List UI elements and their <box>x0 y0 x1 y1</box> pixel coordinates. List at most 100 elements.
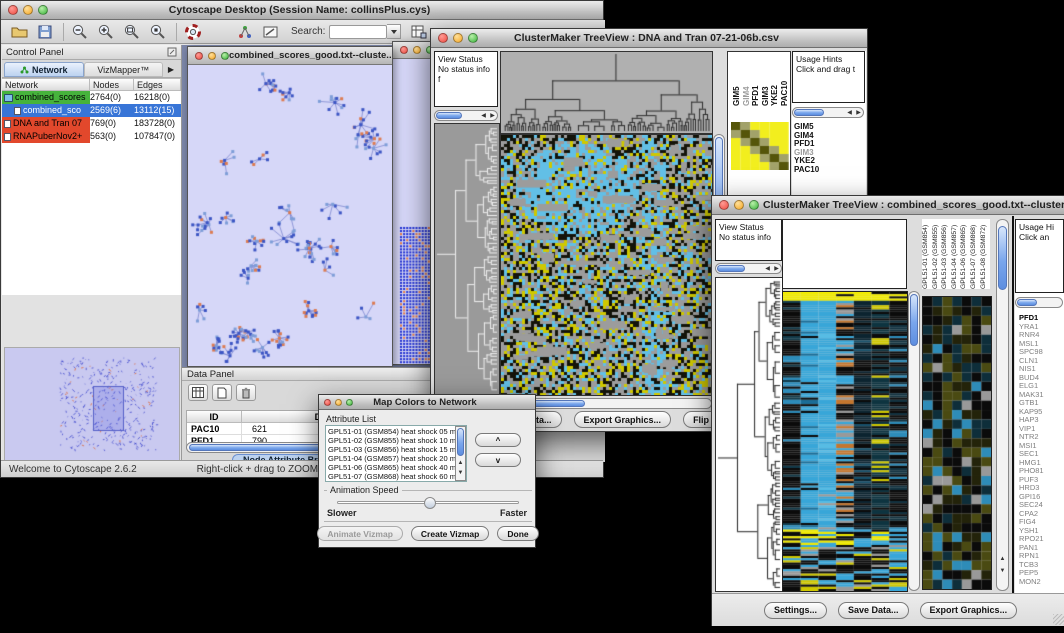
create-vizmap-button[interactable]: Create Vizmap <box>411 526 489 541</box>
export-graphics-button[interactable]: Export Graphics... <box>920 602 1018 619</box>
scroll-left-icon[interactable]: ◀ <box>763 266 772 272</box>
zoom-selected-icon[interactable] <box>146 22 170 42</box>
scroll-right-icon[interactable]: ▶ <box>488 113 497 119</box>
treeview2-row-dendrogram[interactable] <box>715 277 783 592</box>
treeview1-row-dendrogram[interactable] <box>434 123 500 397</box>
network-list-row[interactable]: combined_scores 2764(0) 16218(0) <box>2 91 181 104</box>
close-button[interactable] <box>195 52 203 60</box>
attribute-list-item[interactable]: GPL51-07 (GSM868) heat shock 60 min <box>328 472 464 481</box>
attribute-list-item[interactable]: GPL51-02 (GSM855) heat shock 10 min <box>328 436 464 445</box>
data-col-id[interactable]: ID <box>187 411 242 422</box>
scroll-left-icon[interactable]: ◀ <box>479 113 488 119</box>
slider-thumb[interactable] <box>424 497 436 509</box>
scroll-up-icon[interactable]: ▲ <box>456 460 465 466</box>
scroll-left-icon[interactable]: ◀ <box>845 110 854 116</box>
minimize-button[interactable] <box>413 46 421 54</box>
minimize-button[interactable] <box>453 33 463 43</box>
treeview2-zoom-vscrollbar[interactable]: ▲ ▼ <box>996 219 1009 591</box>
annotation-icon[interactable] <box>259 22 283 42</box>
network-list-row[interactable]: RNAPuberNov2+ 563(0) 107847(0) <box>2 130 181 143</box>
treeview1-column-label[interactable]: PFD1 <box>751 54 761 106</box>
tab-vizmapper[interactable]: VizMapper™ <box>84 62 164 77</box>
main-titlebar[interactable]: Cytoscape Desktop (Session Name: collins… <box>1 1 603 20</box>
delete-attribute-trash-icon[interactable] <box>236 384 256 401</box>
col-edges[interactable]: Edges <box>134 78 181 91</box>
treeview1-left-hscrollbar[interactable]: ◀ ▶ <box>434 110 498 121</box>
float-panel-icon[interactable] <box>167 47 177 57</box>
close-button[interactable] <box>8 5 18 15</box>
treeview2-column-label[interactable]: GPL51-08 (GSM872) <box>980 219 990 289</box>
treeview2-right-hscrollbar[interactable] <box>1015 297 1063 308</box>
network-view-icon[interactable] <box>233 22 257 42</box>
zoom-button[interactable] <box>346 399 353 406</box>
treeview2-column-label[interactable]: GPL51-07 (GSM868) <box>970 219 980 289</box>
save-data-button[interactable]: Save Data... <box>838 602 909 619</box>
attribute-list-vscrollbar[interactable]: ▲ ▼ <box>455 426 466 481</box>
attribute-list-item[interactable]: GPL51-01 (GSM854) heat shock 05 min <box>328 427 464 436</box>
scroll-right-icon[interactable]: ▶ <box>854 110 863 116</box>
minimize-button[interactable] <box>335 399 342 406</box>
treeview2-vscrollbar[interactable] <box>908 291 920 591</box>
move-attribute-up-button[interactable]: ^ <box>475 433 521 447</box>
scroll-right-icon[interactable]: ▶ <box>772 266 781 272</box>
treeview2-column-label[interactable]: GPL51-04 (GSM857) <box>951 219 961 289</box>
zoom-fit-icon[interactable] <box>120 22 144 42</box>
attribute-list-item[interactable]: GPL51-04 (GSM857) heat shock 20 min <box>328 454 464 463</box>
attribute-listbox[interactable]: GPL51-01 (GSM854) heat shock 05 minGPL51… <box>325 425 467 482</box>
treeview2-titlebar[interactable]: ClusterMaker TreeView : combined_scores_… <box>712 196 1064 215</box>
treeview1-column-label[interactable]: GIM3 <box>761 54 771 106</box>
network-list-row[interactable]: combined_sco 2569(6) 13112(15) <box>2 104 181 117</box>
treeview1-column-label[interactable]: YKE2 <box>770 54 780 106</box>
close-button[interactable] <box>719 200 729 210</box>
zoom-button[interactable] <box>468 33 478 43</box>
zoom-button[interactable] <box>221 52 229 60</box>
network-overview-panel[interactable] <box>4 347 180 461</box>
treeview1-column-label[interactable]: PAC10 <box>780 54 790 106</box>
save-session-button[interactable] <box>33 22 57 42</box>
tab-network[interactable]: Network <box>4 62 84 77</box>
treeview1-row-label[interactable]: PAC10 <box>794 166 819 175</box>
treeview1-column-label[interactable]: GIM5 <box>732 54 742 106</box>
treeview1-right-hscrollbar[interactable]: ◀ ▶ <box>792 107 864 118</box>
resize-grip[interactable] <box>1053 614 1064 625</box>
move-attribute-down-button[interactable]: v <box>475 453 521 467</box>
treeview1-titlebar[interactable]: ClusterMaker TreeView : DNA and Tran 07-… <box>431 29 867 48</box>
minimize-button[interactable] <box>23 5 33 15</box>
zoom-out-icon[interactable] <box>68 22 92 42</box>
done-button[interactable]: Done <box>497 526 538 541</box>
treeview2-column-label[interactable]: GPL51-01 (GSM854) <box>922 219 932 289</box>
help-lifesaver-icon[interactable] <box>181 22 205 42</box>
treeview1-zoom-matrix[interactable] <box>731 122 789 170</box>
minimize-button[interactable] <box>208 52 216 60</box>
treeview2-column-label[interactable]: GPL51-03 (GSM856) <box>941 219 951 289</box>
tab-overflow-button[interactable]: ▶ <box>163 65 179 74</box>
close-button[interactable] <box>324 399 331 406</box>
col-nodes[interactable]: Nodes <box>90 78 134 91</box>
zoom-button[interactable] <box>749 200 759 210</box>
attribute-list-item[interactable]: GPL51-06 (GSM865) heat shock 40 min <box>328 463 464 472</box>
treeview2-zoom-view[interactable] <box>922 296 992 590</box>
settings-button[interactable]: Settings... <box>764 602 827 619</box>
scroll-down-icon[interactable]: ▼ <box>456 470 465 476</box>
network-window1-titlebar[interactable]: combined_scores_good.txt--cluste... <box>188 47 392 65</box>
treeview2-heatmap[interactable] <box>782 291 908 592</box>
treeview1-column-label[interactable]: GIM4 <box>742 54 752 106</box>
network-list-row[interactable]: DNA and Tran 07 769(0) 183728(0) <box>2 117 181 130</box>
close-button[interactable] <box>438 33 448 43</box>
treeview2-column-label[interactable]: GPL51-06 (GSM865) <box>960 219 970 289</box>
zoom-button[interactable] <box>38 5 48 15</box>
treeview2-column-label[interactable]: GPL51-02 (GSM855) <box>932 219 942 289</box>
animation-speed-slider[interactable] <box>337 501 519 504</box>
search-input[interactable] <box>329 25 387 39</box>
scroll-down-icon[interactable]: ▼ <box>998 568 1007 574</box>
minimize-button[interactable] <box>734 200 744 210</box>
treeview1-column-dendrogram[interactable] <box>500 51 713 134</box>
attribute-list-item[interactable]: GPL51-03 (GSM856) heat shock 15 min <box>328 445 464 454</box>
import-table-icon[interactable] <box>407 22 431 42</box>
scroll-up-icon[interactable]: ▲ <box>998 556 1007 562</box>
new-attribute-icon[interactable] <box>212 384 232 401</box>
zoom-in-icon[interactable] <box>94 22 118 42</box>
close-button[interactable] <box>400 46 408 54</box>
search-dropdown-button[interactable] <box>387 24 401 39</box>
network-canvas-1[interactable] <box>188 65 392 366</box>
